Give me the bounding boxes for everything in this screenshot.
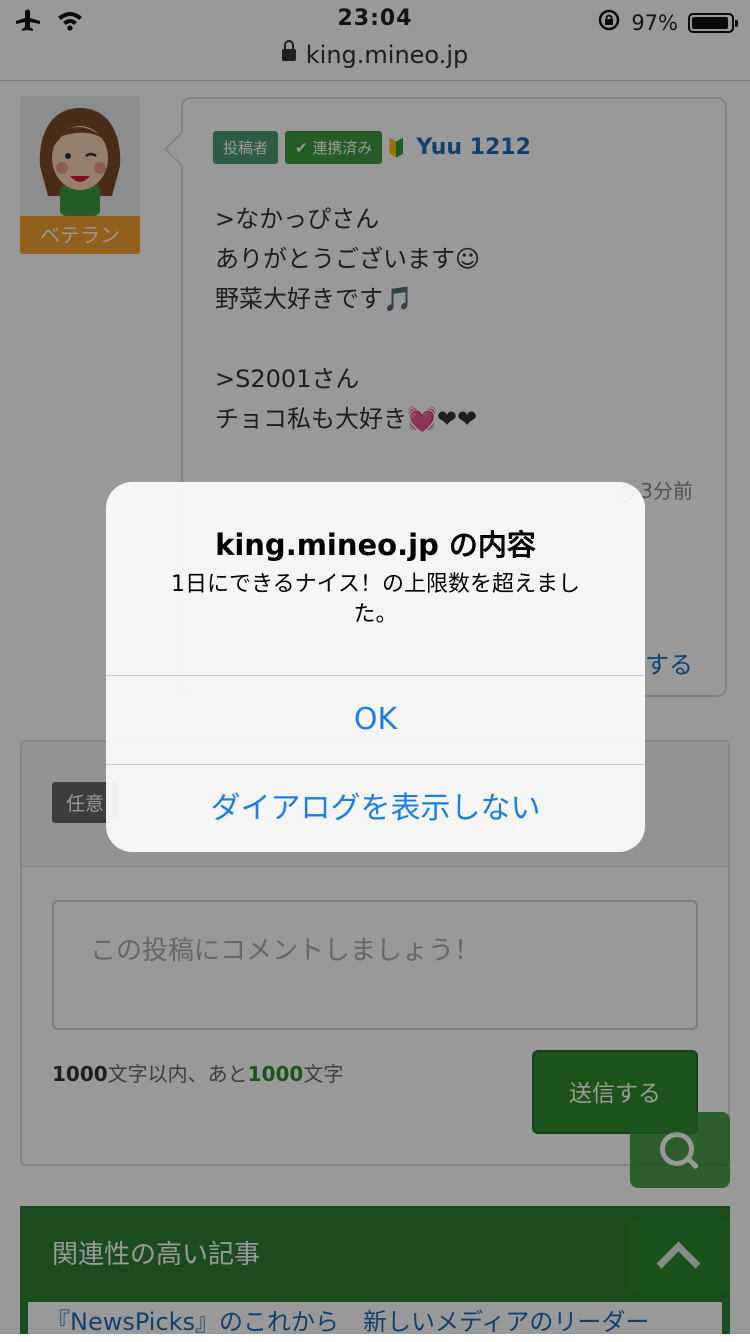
page: 23:04 97% king.mineo.jp ベテラン 投稿者 ✔ 連携済み … — [0, 0, 750, 1342]
ok-button[interactable]: OK — [106, 675, 645, 764]
hide-dialog-button[interactable]: ダイアログを表示しない — [106, 764, 645, 852]
alert-dialog: king.mineo.jp の内容 1日にできるナイス！の上限数を超えました。 … — [106, 482, 645, 852]
dialog-message: 1日にできるナイス！の上限数を超えました。 — [171, 572, 580, 627]
dialog-title: king.mineo.jp の内容 — [215, 528, 536, 562]
